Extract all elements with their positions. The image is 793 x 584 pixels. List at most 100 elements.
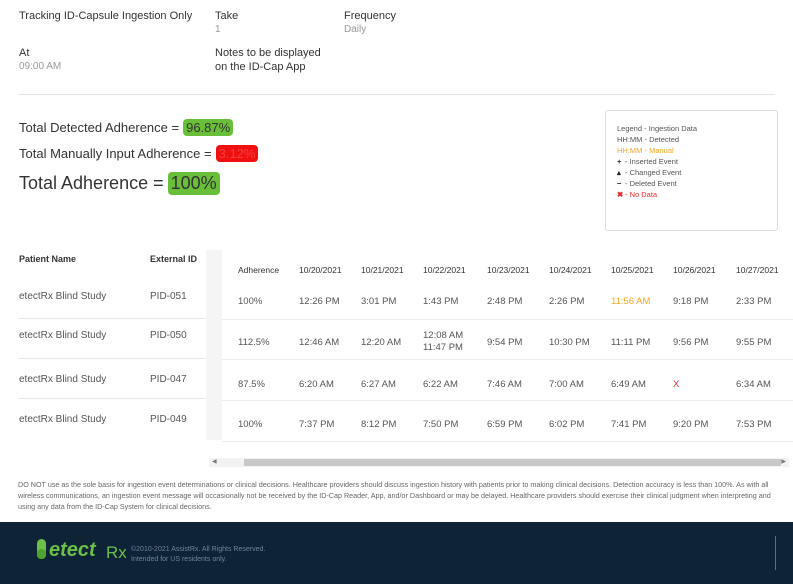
- copyright-text: ©2010-2021 AssistRx. All Rights Reserved…: [131, 546, 266, 553]
- notes-label-line1: Notes to be displayed: [215, 47, 321, 59]
- legend-title: Legend - Ingestion Data: [617, 124, 698, 133]
- ingestion-time-cell: 6:02 PM: [549, 419, 585, 430]
- patient-name-cell: etectRx Blind Study: [19, 374, 107, 385]
- scroll-right-icon[interactable]: ▶: [781, 458, 786, 467]
- row-divider: [18, 358, 206, 359]
- external-id-cell: PID-050: [150, 330, 187, 341]
- disclaimer-text: DO NOT use as the sole basis for ingesti…: [18, 480, 771, 511]
- legend-manual: HH:MM - Manual: [617, 146, 674, 155]
- row-divider: [222, 441, 793, 442]
- external-id-cell: PID-047: [150, 374, 187, 385]
- ingestion-time-cell: 2:48 PM: [487, 296, 523, 307]
- legend-deleted: − - Deleted Event: [617, 178, 777, 189]
- adherence-cell: 112.5%: [238, 337, 270, 348]
- ingestion-time-cell: 3:01 PM: [361, 296, 397, 307]
- ingestion-time-cell: 9:55 PM: [736, 337, 772, 348]
- legend-nodata: ✖ - No Data: [617, 189, 777, 200]
- logo-wordmark: etect: [49, 539, 97, 561]
- tracking-label: Tracking ID-Capsule Ingestion Only: [19, 10, 193, 22]
- ingestion-time-cell: 12:08 AM: [423, 330, 464, 341]
- row-divider: [222, 400, 793, 401]
- ingestion-time-cell: 7:53 PM: [736, 419, 772, 430]
- adherence-cell: 100%: [238, 296, 263, 307]
- ingestion-time-cell: 8:12 PM: [361, 419, 397, 430]
- legend-inserted-label: - Inserted Event: [625, 157, 678, 166]
- logo-rx: Rx: [106, 543, 126, 562]
- legend-box: Legend - Ingestion Data HH:MM - Detected…: [605, 110, 778, 231]
- detected-adherence-badge: 96.87%: [183, 119, 234, 136]
- date-header: 10/20/2021: [299, 265, 342, 275]
- ingestion-time-cell: 10:30 PM: [549, 337, 590, 348]
- etectrx-logo: etect Rx: [36, 536, 126, 562]
- patient-name-cell: etectRx Blind Study: [19, 414, 107, 425]
- date-header: 10/21/2021: [361, 265, 404, 275]
- ingestion-time-cell: 2:33 PM: [736, 296, 772, 307]
- legend-inserted: + - Inserted Event: [617, 156, 777, 167]
- row-divider: [18, 318, 206, 319]
- patient-name-cell: etectRx Blind Study: [19, 291, 107, 302]
- manual-adherence: Total Manually Input Adherence = 3.12%: [19, 145, 259, 162]
- date-header: 10/27/2021: [736, 265, 779, 275]
- date-header: 10/24/2021: [549, 265, 592, 275]
- ingestion-time-cell: 6:34 AM: [736, 379, 771, 390]
- triangle-up-icon: ▴: [617, 168, 621, 177]
- frequency-label: Frequency: [344, 10, 396, 22]
- footer-text: ©2010-2021 AssistRx. All Rights Reserved…: [131, 545, 265, 565]
- date-header: 10/26/2021: [673, 265, 716, 275]
- scrollbar-thumb[interactable]: [244, 459, 781, 466]
- manual-adherence-label: Total Manually Input Adherence =: [19, 146, 212, 161]
- ingestion-time-cell: 9:54 PM: [487, 337, 523, 348]
- ingestion-time-cell: 9:56 PM: [673, 337, 709, 348]
- ingestion-time-cell: X: [673, 379, 680, 390]
- row-divider: [222, 319, 793, 320]
- legend-changed-label: - Changed Event: [625, 168, 682, 177]
- row-divider: [222, 359, 793, 360]
- patient-name-header[interactable]: Patient Name: [19, 254, 76, 264]
- take-label: Take: [215, 10, 239, 22]
- grid-left-gutter: [206, 250, 222, 440]
- frequency-value: Daily: [344, 24, 367, 35]
- patient-name-cell: etectRx Blind Study: [19, 330, 107, 341]
- external-id-cell: PID-051: [150, 291, 187, 302]
- detected-adherence-label: Total Detected Adherence =: [19, 120, 180, 135]
- us-residents-note: Intended for US residents only.: [131, 556, 227, 563]
- ingestion-time-cell: 7:41 PM: [611, 419, 647, 430]
- tracking-info: Tracking ID-Capsule Ingestion Only: [19, 10, 192, 22]
- ingestion-time-cell: 2:26 PM: [549, 296, 585, 307]
- ingestion-time-cell: 6:20 AM: [299, 379, 334, 390]
- x-mark-icon: ✖: [617, 190, 624, 199]
- footer-divider: [775, 536, 776, 570]
- ingestion-time-cell: 11:11 PM: [611, 337, 651, 348]
- adherence-cell: 87.5%: [238, 379, 265, 390]
- frequency-info: Frequency Daily: [344, 10, 396, 35]
- ingestion-time-cell: 12:46 AM: [299, 337, 340, 348]
- ingestion-time-cell: 11:47 PM: [423, 342, 463, 353]
- ingestion-time-cell: 6:22 AM: [423, 379, 458, 390]
- adherence-header: Adherence: [238, 265, 280, 275]
- external-id-cell: PID-049: [150, 414, 187, 425]
- date-header: 10/25/2021: [611, 265, 654, 275]
- row-divider: [18, 398, 206, 399]
- minus-icon: −: [617, 179, 622, 188]
- total-adherence-label: Total Adherence =: [19, 173, 164, 193]
- at-info: At 09:00 AM: [19, 47, 61, 72]
- legend-changed: ▴ - Changed Event: [617, 167, 777, 178]
- external-id-header[interactable]: External ID: [150, 254, 197, 264]
- ingestion-time-cell: 1:43 PM: [423, 296, 459, 307]
- at-label: At: [19, 47, 30, 59]
- at-value: 09:00 AM: [19, 61, 62, 72]
- total-adherence-badge: 100%: [167, 172, 220, 195]
- ingestion-time-cell: 11:56 AM: [611, 296, 651, 307]
- ingestion-time-cell: 12:20 AM: [361, 337, 402, 348]
- ingestion-time-cell: 6:49 AM: [611, 379, 646, 390]
- horizontal-scrollbar[interactable]: ◀ ▶: [209, 458, 789, 467]
- plus-icon: +: [617, 157, 622, 166]
- ingestion-time-cell: 6:59 PM: [487, 419, 523, 430]
- date-header: 10/23/2021: [487, 265, 530, 275]
- scroll-left-icon[interactable]: ◀: [212, 458, 217, 467]
- take-info: Take 1: [215, 10, 238, 35]
- legend-detected: HH:MM - Detected: [617, 135, 680, 144]
- capsule-logo-icon: etect Rx: [37, 539, 126, 562]
- manual-adherence-badge: 3.12%: [215, 145, 259, 162]
- notes-label-line2: on the ID-Cap App: [215, 61, 306, 73]
